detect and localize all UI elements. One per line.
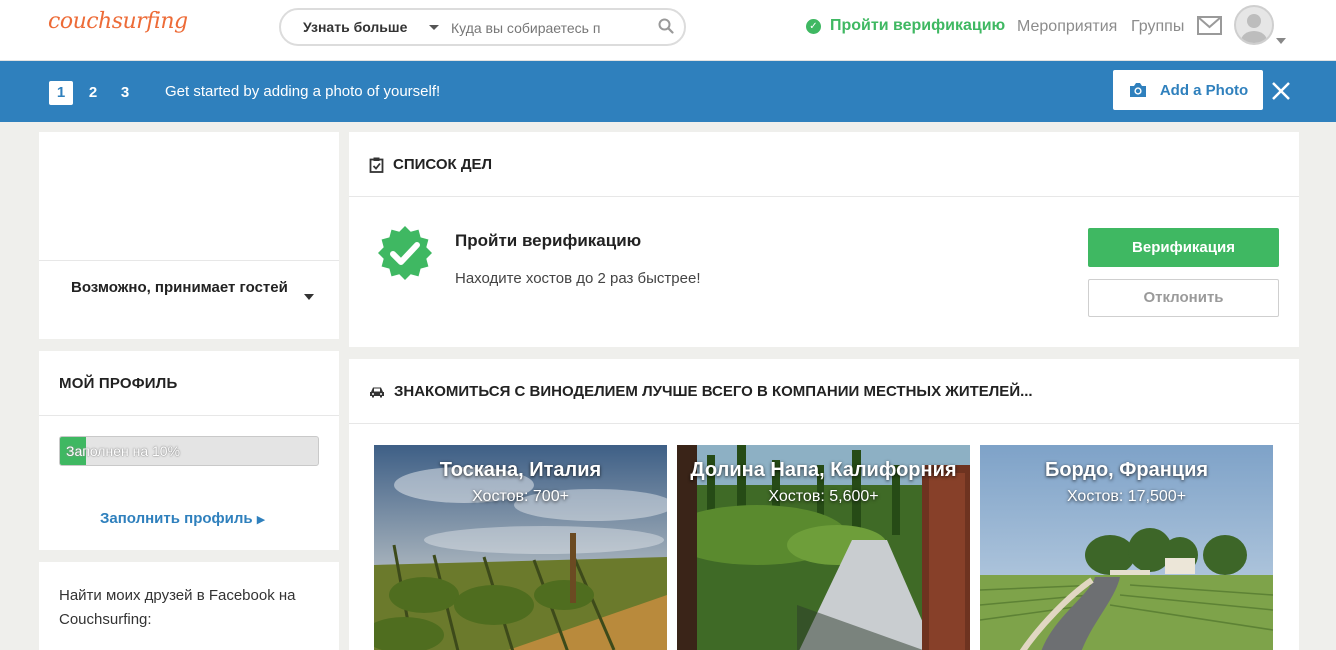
hosting-status-dropdown[interactable]: Возможно, принимает гостей bbox=[71, 279, 288, 296]
wine-header: ЗНАКОМИТЬСЯ С ВИНОДЕЛИЕМ ЛУЧШЕ ВСЕГО В К… bbox=[369, 383, 1033, 400]
destination-hosts: Хостов: 17,500+ bbox=[1066, 488, 1187, 505]
divider bbox=[39, 260, 339, 261]
todo-item-title: Пройти верификацию bbox=[455, 231, 642, 250]
destination-bordeaux[interactable]: Бордо, Франция Хостов: 17,500+ bbox=[980, 445, 1273, 650]
divider bbox=[349, 423, 1299, 424]
wine-destinations-card: ЗНАКОМИТЬСЯ С ВИНОДЕЛИЕМ ЛУЧШЕ ВСЕГО В К… bbox=[349, 359, 1299, 650]
step-3[interactable]: 3 bbox=[113, 81, 137, 105]
close-icon[interactable] bbox=[1270, 80, 1292, 102]
todo-item-subtitle: Находите хостов до 2 раз быстрее! bbox=[455, 270, 701, 287]
destination-name: Тоскана, Италия bbox=[439, 459, 602, 481]
destination-name: Бордо, Франция bbox=[1044, 459, 1209, 481]
top-navbar: couchsurfing Узнать больше ✓ Пройти вери… bbox=[0, 0, 1336, 61]
car-icon bbox=[370, 387, 384, 397]
onboarding-banner: 1 2 3 Get started by adding a photo of y… bbox=[0, 61, 1336, 122]
nav-verify-link[interactable]: ✓ Пройти верификацию bbox=[806, 17, 1005, 35]
todo-card: СПИСОК ДЕЛ Пройти верификацию Находите х… bbox=[349, 132, 1299, 347]
destination-napa[interactable]: Долина Напа, Калифорния Хостов: 5,600+ bbox=[677, 445, 970, 650]
profile-summary-card: Возможно, принимает гостей bbox=[39, 132, 339, 339]
my-profile-card: МОЙ ПРОФИЛЬ Заполнен на 10% Заполнить пр… bbox=[39, 351, 339, 550]
learn-more-dropdown[interactable]: Узнать больше bbox=[303, 19, 407, 35]
verified-check-icon: ✓ bbox=[806, 18, 821, 34]
verified-badge-icon bbox=[377, 225, 433, 286]
search-icon[interactable] bbox=[658, 18, 674, 39]
facebook-friends-text: Найти моих друзей в Facebook на Couchsur… bbox=[59, 587, 296, 628]
my-profile-title: МОЙ ПРОФИЛЬ bbox=[59, 375, 178, 392]
chevron-down-icon[interactable] bbox=[429, 25, 439, 30]
destination-hosts: Хостов: 5,600+ bbox=[768, 488, 879, 505]
couchsurfing-logo[interactable]: couchsurfing bbox=[48, 9, 188, 34]
banner-text: Get started by adding a photo of yoursel… bbox=[165, 83, 441, 100]
destination-name: Долина Напа, Калифорния bbox=[690, 459, 957, 481]
nav-groups-link[interactable]: Группы bbox=[1131, 18, 1184, 36]
progress-label: Заполнен на 10% bbox=[66, 443, 181, 459]
divider bbox=[39, 415, 339, 416]
clipboard-check-icon bbox=[369, 157, 384, 173]
add-photo-label: Add a Photo bbox=[1159, 81, 1249, 99]
todo-title: СПИСОК ДЕЛ bbox=[393, 156, 493, 173]
search-bar: Узнать больше bbox=[279, 8, 686, 46]
chevron-down-icon[interactable] bbox=[304, 294, 314, 300]
destination-hosts: Хостов: 700+ bbox=[472, 488, 569, 505]
chevron-right-icon: ▶ bbox=[256, 514, 266, 526]
verify-button[interactable]: Верификация bbox=[1088, 228, 1279, 267]
mail-icon[interactable] bbox=[1197, 16, 1222, 40]
nav-events-link[interactable]: Мероприятия bbox=[1017, 18, 1117, 36]
nav-verify-label: Пройти верификацию bbox=[830, 17, 1006, 34]
divider bbox=[349, 196, 1299, 197]
decline-button[interactable]: Отклонить bbox=[1088, 279, 1279, 317]
camera-icon bbox=[1129, 83, 1146, 97]
complete-profile-link[interactable]: Заполнить профиль ▶ bbox=[100, 510, 265, 527]
complete-profile-label: Заполнить профиль bbox=[100, 510, 253, 527]
avatar[interactable] bbox=[1234, 5, 1274, 45]
search-input[interactable] bbox=[451, 18, 613, 38]
step-1[interactable]: 1 bbox=[49, 81, 73, 105]
destination-tuscany[interactable]: Тоскана, Италия Хостов: 700+ bbox=[374, 445, 667, 650]
user-menu-chevron-icon[interactable] bbox=[1276, 38, 1286, 44]
add-photo-button[interactable]: Add a Photo bbox=[1113, 70, 1263, 110]
wine-title: ЗНАКОМИТЬСЯ С ВИНОДЕЛИЕМ ЛУЧШЕ ВСЕГО В К… bbox=[394, 383, 1033, 400]
todo-header: СПИСОК ДЕЛ bbox=[369, 156, 492, 173]
profile-progress-bar: Заполнен на 10% bbox=[59, 436, 319, 466]
facebook-friends-card: Найти моих друзей в Facebook на Couchsur… bbox=[39, 562, 339, 650]
step-2[interactable]: 2 bbox=[81, 81, 105, 105]
